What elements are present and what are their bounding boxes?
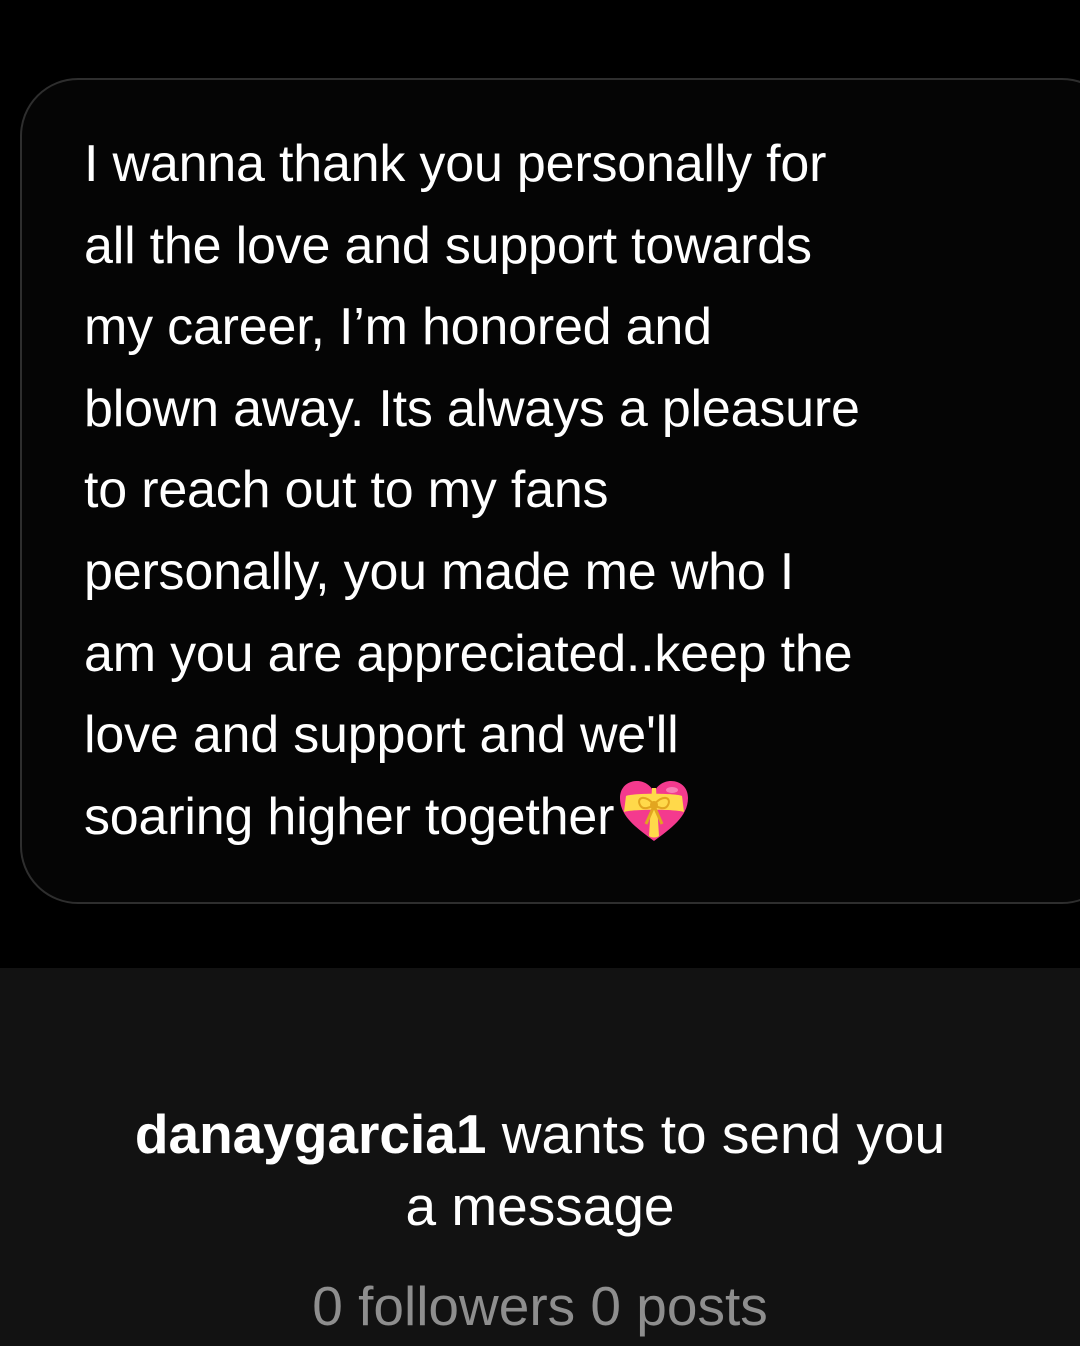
message-line: personally, you made me who I — [84, 542, 795, 601]
message-line: my career, I’m honored and — [84, 298, 712, 357]
message-request-line: danaygarcia1 wants to send you — [0, 1098, 1080, 1170]
request-description: wants to send you — [486, 1103, 946, 1165]
message-line: to reach out to my fans — [84, 461, 609, 520]
message-line: soaring higher together — [84, 787, 615, 846]
sender-username[interactable]: danaygarcia1 — [135, 1103, 487, 1165]
message-line: love and support and we'll — [84, 706, 679, 765]
followers-count: 0 — [312, 1275, 343, 1337]
message-request-text: danaygarcia1 wants to send you a message — [0, 1098, 1080, 1242]
profile-stats: 0 followers 0 posts — [0, 1270, 1080, 1342]
message-line: I wanna thank you personally for — [84, 135, 827, 193]
message-last-line: soaring higher together — [84, 777, 1054, 859]
message-request-line-2: a message — [405, 1175, 675, 1237]
posts-count: 0 — [590, 1275, 622, 1337]
message-line: blown away. Its always a pleasure — [84, 379, 860, 438]
heart-with-ribbon-emoji-icon — [620, 780, 689, 841]
posts-label: posts — [636, 1275, 768, 1337]
message-text: I wanna thank you personally for all the… — [84, 124, 1054, 858]
message-line: all the love and support towards — [84, 216, 812, 275]
message-line: am you are appreciated..keep the — [84, 624, 853, 683]
followers-label: followers — [358, 1275, 576, 1337]
